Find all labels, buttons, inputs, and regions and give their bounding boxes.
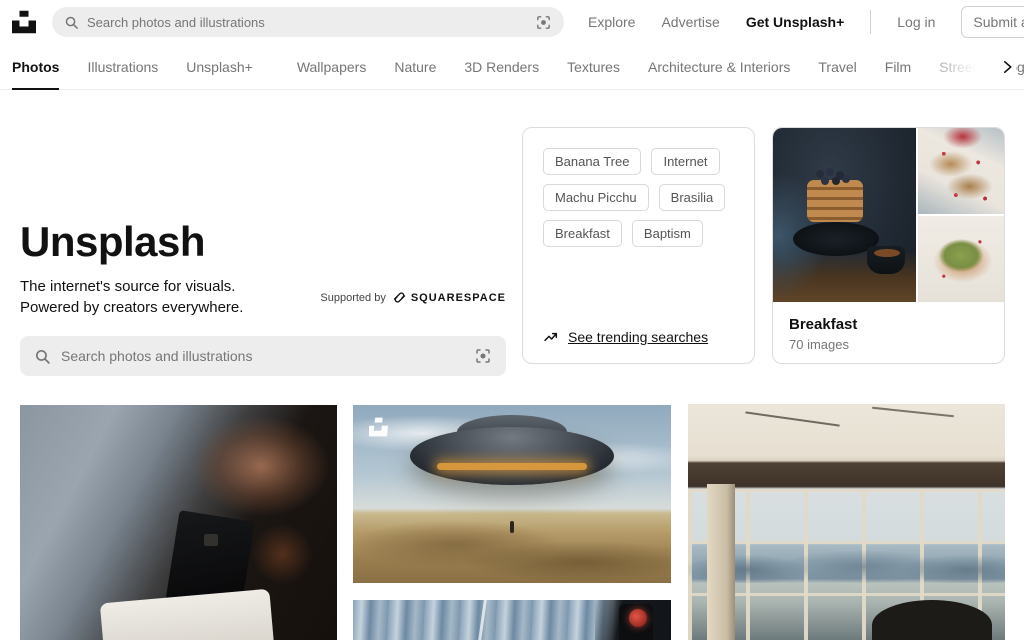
collection-title: Breakfast <box>789 316 988 333</box>
navbar-search-input[interactable] <box>87 15 527 30</box>
visual-search-icon[interactable] <box>474 347 492 365</box>
collection-photo-pancakes <box>773 128 916 302</box>
hero-section: Unsplash The internet's source for visua… <box>20 218 506 376</box>
tab-textures[interactable]: Textures <box>567 44 620 90</box>
hero-search-input[interactable] <box>61 348 464 364</box>
collection-thumbnails <box>773 128 1004 302</box>
trending-pill-baptism[interactable]: Baptism <box>632 220 703 247</box>
ufo-lights <box>437 463 587 470</box>
unsplash-logo[interactable] <box>12 10 36 34</box>
photo-hand-credit-card[interactable] <box>20 405 337 640</box>
category-tabs: Photos Illustrations Unsplash+ Wallpaper… <box>0 44 1024 90</box>
sauce <box>874 249 900 257</box>
tab-3d-renders[interactable]: 3D Renders <box>464 44 539 90</box>
navbar-divider <box>870 10 871 34</box>
page-title: Unsplash <box>20 218 506 266</box>
pancake-stack <box>807 180 863 222</box>
nav-link-advertise[interactable]: Advertise <box>661 14 719 30</box>
squarespace-icon <box>392 290 407 305</box>
nav-link-get-unsplash-plus[interactable]: Get Unsplash+ <box>746 14 844 30</box>
trending-pill-banana-tree[interactable]: Banana Tree <box>543 148 641 175</box>
collection-meta: Breakfast 70 images <box>773 302 1004 352</box>
sponsor-name: SQUARESPACE <box>392 290 506 305</box>
standing-figure <box>510 521 514 533</box>
trending-up-icon <box>543 329 559 345</box>
search-icon <box>64 15 79 30</box>
red-signal <box>629 609 647 627</box>
trending-pill-machu-picchu[interactable]: Machu Picchu <box>543 184 649 211</box>
ceiling-track-light <box>872 407 954 418</box>
trending-pill-brasilia[interactable]: Brasilia <box>659 184 726 211</box>
card-chip <box>204 534 218 546</box>
photo-glass-building-traffic-light[interactable] <box>353 600 671 640</box>
visual-search-icon[interactable] <box>535 14 552 31</box>
card-reader <box>100 589 274 640</box>
trending-pill-internet[interactable]: Internet <box>651 148 719 175</box>
collection-count: 70 images <box>789 337 988 352</box>
tab-unsplash-plus[interactable]: Unsplash+ <box>186 44 253 90</box>
tab-wallpapers[interactable]: Wallpapers <box>297 44 367 90</box>
blueberries <box>816 170 824 178</box>
distant-hills <box>688 550 1005 583</box>
trending-pill-breakfast[interactable]: Breakfast <box>543 220 622 247</box>
unsplash-homepage: Explore Advertise Get Unsplash+ Log in S… <box>0 0 1024 640</box>
top-navbar: Explore Advertise Get Unsplash+ Log in S… <box>0 0 1024 44</box>
search-icon <box>34 348 51 365</box>
hero-search-bar[interactable] <box>20 336 506 376</box>
login-link[interactable]: Log in <box>897 14 935 30</box>
tab-illustrations[interactable]: Illustrations <box>87 44 158 90</box>
navbar-links: Explore Advertise Get Unsplash+ Log in S… <box>588 6 1024 38</box>
collection-photo-pomegranate-toast <box>918 128 1004 214</box>
tab-travel[interactable]: Travel <box>818 44 856 90</box>
see-trending-searches[interactable]: See trending searches <box>543 329 708 345</box>
ceiling-track-light <box>745 412 839 427</box>
ufo-body <box>410 427 614 485</box>
trending-searches-card: Banana Tree Internet Machu Picchu Brasil… <box>522 127 755 364</box>
collection-card-breakfast[interactable]: Breakfast 70 images <box>772 127 1005 364</box>
tab-photos[interactable]: Photos <box>12 44 59 90</box>
submit-image-button[interactable]: Submit an image <box>961 6 1024 38</box>
warm-light <box>252 524 312 584</box>
tab-architecture-interiors[interactable]: Architecture & Interiors <box>648 44 790 90</box>
wall-pillar <box>707 484 735 640</box>
navbar-search-bar[interactable] <box>52 7 564 37</box>
sponsor-attribution[interactable]: Supported by SQUARESPACE <box>320 290 506 305</box>
tabs-next-arrow[interactable] <box>998 58 1016 76</box>
nav-link-explore[interactable]: Explore <box>588 14 635 30</box>
chevron-right-icon <box>998 58 1016 76</box>
supported-by-label: Supported by <box>320 292 385 304</box>
trending-link-label: See trending searches <box>568 329 708 345</box>
collection-photo-avocado-toast <box>918 216 1004 302</box>
tab-nature[interactable]: Nature <box>394 44 436 90</box>
glass-edge <box>464 600 487 640</box>
photo-room-sea-view[interactable] <box>688 404 1005 640</box>
photo-ufo-over-hills[interactable] <box>353 405 671 583</box>
unsplash-logo-icon <box>12 10 36 34</box>
trending-pills: Banana Tree Internet Machu Picchu Brasil… <box>543 148 734 247</box>
unsplash-plus-badge-icon <box>369 417 389 437</box>
tab-film[interactable]: Film <box>885 44 911 90</box>
